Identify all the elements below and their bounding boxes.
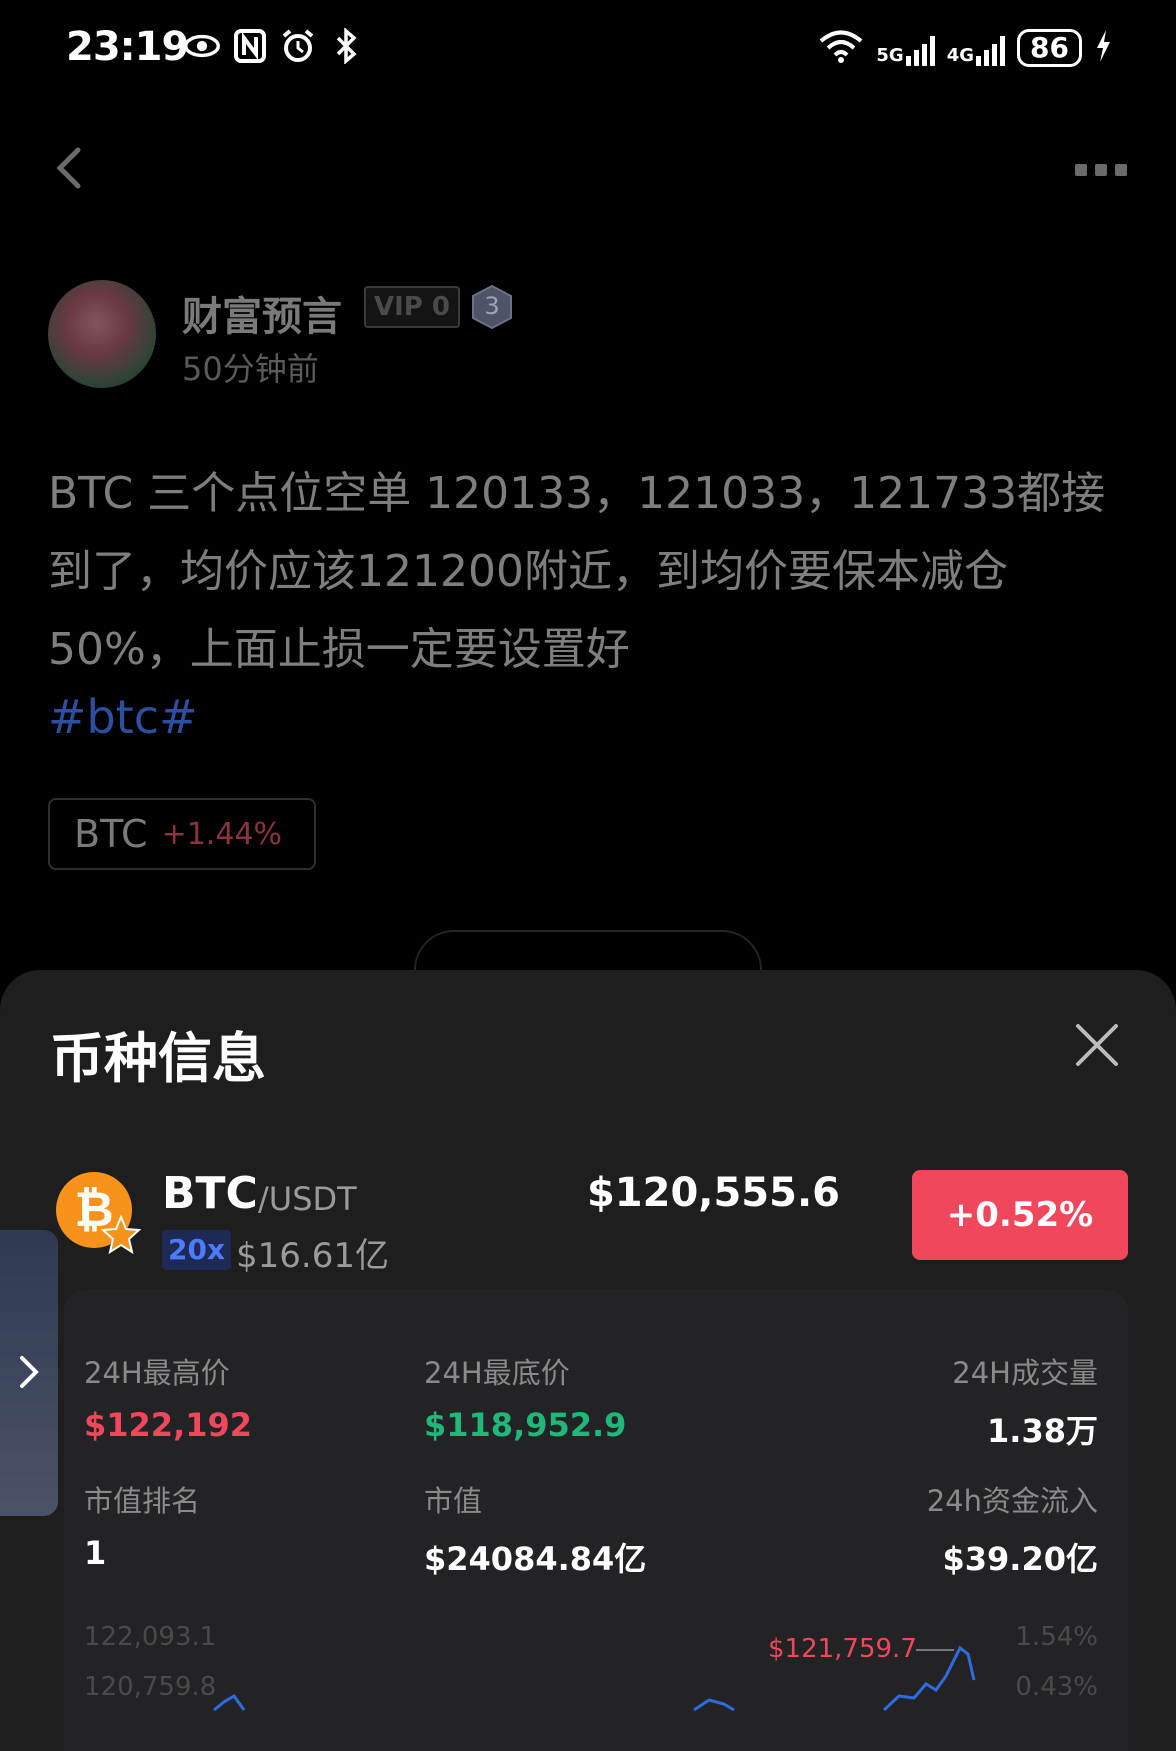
chevron-right-icon <box>20 1356 39 1388</box>
stat-inflow: 24h资金流入 $39.20亿 <box>926 1484 1099 1578</box>
author-header: 财富预言 VIP 0 3 50分钟前 <box>48 280 1128 390</box>
stat-24h-low: 24H最底价 $118,952.9 <box>424 1356 627 1444</box>
coin-symbol: BTC <box>162 1168 258 1219</box>
stat-inflow-value: $39.20亿 <box>942 1540 1099 1578</box>
stat-24h-volume-value: 1.38万 <box>987 1412 1098 1450</box>
author-name[interactable]: 财富预言 <box>182 284 342 342</box>
vip-badge: VIP 0 <box>364 286 460 328</box>
coin-chip-symbol: BTC <box>74 812 148 856</box>
stat-rank-value: 1 <box>84 1534 107 1572</box>
price-line <box>213 1645 976 1712</box>
stat-24h-volume: 24H成交量 1.38万 <box>952 1356 1098 1450</box>
avatar[interactable] <box>48 280 156 388</box>
chevron-left-icon <box>56 147 81 189</box>
stat-rank: 市值排名 1 <box>84 1484 201 1572</box>
dot <box>1095 164 1107 176</box>
top-nav <box>0 130 1176 210</box>
close-icon <box>1076 1024 1118 1066</box>
close-button[interactable] <box>1072 1020 1122 1070</box>
back-button[interactable] <box>50 140 100 200</box>
hashtag-link[interactable]: #btc# <box>48 690 198 744</box>
dot <box>1075 164 1087 176</box>
post-time: 50分钟前 <box>182 350 319 388</box>
favorite-star-icon[interactable] <box>100 1214 142 1256</box>
stat-24h-low-value: $118,952.9 <box>424 1406 627 1444</box>
stat-market-cap-value: $24084.84亿 <box>424 1540 647 1578</box>
side-expand-tab[interactable] <box>0 1230 58 1516</box>
coin-market-cap: $16.61亿 <box>236 1236 389 1276</box>
stats-panel: 24H最高价 $122,192 24H最底价 $118,952.9 24H成交量… <box>64 1290 1128 1751</box>
leverage-badge: 20x <box>162 1230 232 1270</box>
more-options-button[interactable] <box>1066 140 1136 200</box>
coin-price: $120,555.6 <box>586 1170 840 1216</box>
coin-quote: /USDT <box>258 1180 357 1218</box>
price-chart[interactable]: 122,093.1 120,759.8 1.54% 0.43% $121,759… <box>64 1620 1128 1751</box>
coin-chip-change: +1.44% <box>161 816 283 852</box>
dot <box>1115 164 1127 176</box>
post-body: BTC 三个点位空单 120133，121033，121733都接到了，均价应该… <box>48 468 1106 675</box>
coin-info-sheet: 币种信息 ₿ BTC /USDT 20x $16.61亿 $120,555.6 … <box>0 970 1176 1751</box>
change-percent-button[interactable]: +0.52% <box>912 1170 1128 1260</box>
coin-chip[interactable]: BTC +1.44% <box>48 798 316 870</box>
level-badge: 3 <box>470 284 514 330</box>
stat-market-cap: 市值 $24084.84亿 <box>424 1484 647 1578</box>
sheet-title: 币种信息 <box>50 1027 266 1090</box>
stat-24h-high-value: $122,192 <box>84 1406 253 1444</box>
stat-24h-high: 24H最高价 $122,192 <box>84 1356 253 1444</box>
